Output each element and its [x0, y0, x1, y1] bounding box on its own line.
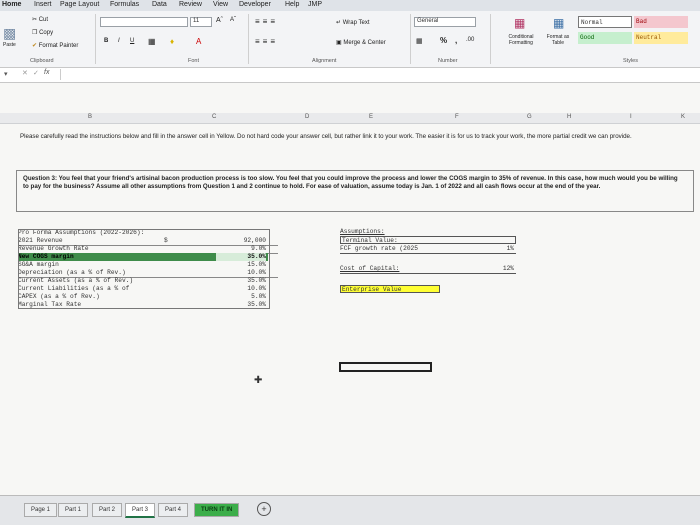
conditional-formatting-icon[interactable]: ▦ [514, 16, 525, 30]
cost-of-capital-value[interactable]: 12% [503, 265, 514, 273]
ribbon-divider [490, 14, 491, 64]
font-name-select[interactable] [100, 17, 188, 27]
sheet-tab-turn-it-in[interactable]: TURN IT IN [194, 503, 240, 517]
format-painter-button[interactable]: ✔ Format Painter [32, 42, 78, 49]
cost-of-capital-row[interactable]: Cost of Capital: 12% [340, 265, 516, 274]
question-text: Question 3: You feel that your friend's … [23, 175, 678, 190]
style-bad[interactable]: Bad [634, 16, 688, 28]
align-top-icons[interactable]: ≡≡≡ [255, 17, 278, 26]
wrap-icon: ↵ [336, 20, 342, 26]
menu-help[interactable]: Help [285, 1, 299, 8]
sheet-tab[interactable]: Part 1 [58, 503, 89, 517]
menu-developer[interactable]: Developer [239, 1, 271, 8]
mouse-cursor-icon: ✚ [254, 375, 263, 386]
menu-bar: Home Insert Page Layout Formulas Data Re… [0, 0, 700, 11]
decimal-icons[interactable]: .00 [466, 37, 474, 43]
paste-label: Paste [3, 42, 16, 48]
scissors-icon: ✂ [32, 17, 38, 23]
growth-rate-value[interactable]: 1% [507, 245, 514, 253]
sheet-tab[interactable]: Part 2 [92, 503, 123, 517]
worksheet[interactable]: B C D E F G H I K Please carefully read … [0, 83, 700, 495]
enterprise-value-label[interactable]: Enterprise Value [340, 285, 440, 293]
menu-formulas[interactable]: Formulas [110, 1, 139, 8]
underline-button[interactable]: U [130, 38, 134, 44]
col-header[interactable]: I [630, 114, 632, 120]
sheet-tab[interactable]: Page 1 [24, 503, 58, 517]
paste-icon[interactable]: ▩ [3, 25, 16, 42]
style-good[interactable]: Good [578, 32, 632, 44]
function-icon[interactable]: fx [44, 69, 49, 76]
col-header[interactable]: D [305, 114, 309, 120]
conditional-formatting-button[interactable]: Conditional Formatting [500, 34, 542, 46]
copy-icon: ❐ [32, 30, 38, 36]
comma-button[interactable]: , [455, 36, 457, 45]
italic-button[interactable]: I [118, 38, 120, 44]
align-center-icons[interactable]: ≡≡≡ [255, 37, 278, 46]
style-neutral[interactable]: Neutral [634, 32, 688, 44]
wrap-text-button[interactable]: ↵ Wrap Text [336, 19, 370, 26]
decrease-font-icon[interactable]: Aˇ [230, 17, 236, 23]
increase-font-icon[interactable]: Aˆ [216, 17, 223, 24]
merge-icon: ▣ [336, 40, 342, 46]
number-format-select[interactable]: General [414, 17, 476, 27]
currency-icon[interactable]: ▦ [416, 37, 423, 45]
growth-rate-row[interactable]: FCF growth rate (2025 1% [340, 245, 516, 254]
col-header[interactable]: F [455, 114, 459, 120]
sheet-tab-active[interactable]: Part 3 [125, 503, 156, 518]
menu-review[interactable]: Review [179, 1, 202, 8]
sheet-tab[interactable]: Part 4 [158, 503, 189, 517]
col-header[interactable]: E [369, 114, 373, 120]
ribbon-divider [248, 14, 249, 64]
terminal-value-label: Terminal Value: [340, 236, 516, 244]
ribbon-divider [410, 14, 411, 64]
panel-title: Assumptions: [340, 228, 385, 235]
menu-view[interactable]: View [213, 1, 228, 8]
cancel-icon[interactable]: ✕ [22, 69, 28, 77]
font-color-icon[interactable]: A [196, 37, 201, 46]
excel-window: Home Insert Page Layout Formulas Data Re… [0, 0, 700, 525]
ribbon: ▩ Paste ✂ Cut ❐ Copy ✔ Format Painter Cl… [0, 11, 700, 68]
menu-insert[interactable]: Insert [34, 1, 52, 8]
brush-icon: ✔ [32, 43, 38, 49]
bold-button[interactable]: B [104, 38, 108, 44]
percent-button[interactable]: % [440, 36, 447, 45]
borders-icon[interactable]: ▦ [148, 37, 156, 46]
clipboard-group-label: Clipboard [30, 58, 54, 64]
menu-home[interactable]: Home [2, 1, 21, 8]
col-header[interactable]: C [212, 114, 216, 120]
styles-group-label: Styles [623, 58, 638, 64]
style-normal[interactable]: Normal [578, 16, 632, 28]
format-as-table-button[interactable]: Format as Table [541, 34, 575, 46]
assumptions-table: Pro Forma Assumptions (2022-2026): 2021 … [18, 229, 278, 324]
formula-bar: ▾ ✕ ✓ fx [0, 68, 700, 83]
add-sheet-icon[interactable]: + [257, 502, 271, 516]
enter-icon[interactable]: ✓ [33, 69, 39, 77]
fill-color-icon[interactable]: ♦ [170, 37, 174, 46]
menu-data[interactable]: Data [152, 1, 167, 8]
menu-page-layout[interactable]: Page Layout [60, 1, 99, 8]
font-group-label: Font [188, 58, 200, 64]
font-size-select[interactable]: 11 [190, 17, 212, 27]
question-box: Question 3: You feel that your friend's … [16, 170, 694, 212]
cut-button[interactable]: ✂ Cut [32, 16, 48, 23]
column-headers: B C D E F G H I K [0, 113, 700, 124]
instructions-text: Please carefully read the instructions b… [20, 133, 632, 140]
valuation-panel: Assumptions: Terminal Value: FCF growth … [340, 228, 520, 298]
alignment-group-label: Alignment [312, 58, 337, 64]
formula-input[interactable] [60, 69, 697, 80]
name-box-dropdown-icon[interactable]: ▾ [4, 70, 8, 78]
col-header[interactable]: G [527, 114, 532, 120]
merge-center-button[interactable]: ▣ Merge & Center [336, 39, 386, 46]
col-header[interactable]: H [567, 114, 571, 120]
copy-button[interactable]: ❐ Copy [32, 29, 53, 36]
col-header[interactable]: K [681, 114, 685, 120]
sheet-tab-bar: Page 1 Part 1 Part 2 Part 3 Part 4 TURN … [0, 495, 700, 525]
number-group-label: Number [438, 58, 458, 64]
menu-jmp[interactable]: JMP [308, 1, 322, 8]
col-header[interactable]: B [88, 114, 92, 120]
table-border [18, 229, 270, 309]
ribbon-divider [95, 14, 96, 64]
format-table-icon[interactable]: ▦ [553, 16, 564, 30]
selected-cell[interactable] [339, 362, 432, 372]
